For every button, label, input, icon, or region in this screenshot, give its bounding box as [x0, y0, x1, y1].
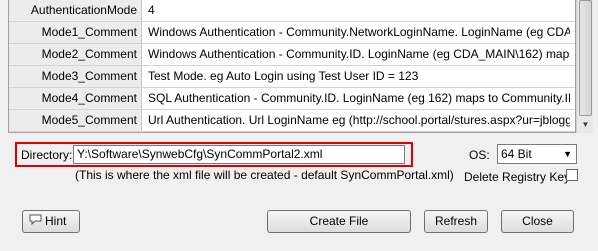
scrollbar-thumb[interactable]	[579, 0, 592, 116]
refresh-button[interactable]: Refresh	[424, 210, 488, 233]
grid-row[interactable]: Mode3_Comment Test Mode. eg Auto Login u…	[9, 66, 575, 88]
grid-row-value[interactable]: Windows Authentication - Community.Netwo…	[146, 22, 570, 43]
grid-row[interactable]: Mode4_Comment SQL Authentication - Commu…	[9, 88, 575, 110]
grid-row[interactable]: Mode5_Comment Url Authentication. Url Lo…	[9, 110, 575, 132]
grid-row-value[interactable]: 4	[146, 0, 570, 21]
directory-help-text: (This is where the xml file will be crea…	[75, 168, 454, 182]
chevron-down-icon[interactable]: ▼	[563, 145, 572, 163]
grid-row-label: Mode4_Comment	[9, 88, 142, 109]
grid-row[interactable]: AuthenticationMode 4	[9, 0, 575, 22]
hint-button-label: Hint	[45, 214, 67, 228]
property-grid: AuthenticationMode 4 Mode1_Comment Windo…	[8, 0, 576, 133]
grid-row-label: Mode3_Comment	[9, 66, 142, 87]
grid-row-label: Mode1_Comment	[9, 22, 142, 43]
grid-row[interactable]: Mode1_Comment Windows Authentication - C…	[9, 22, 575, 44]
os-label: OS:	[469, 148, 490, 162]
speech-bubble-icon	[29, 211, 42, 232]
close-button[interactable]: Close	[501, 210, 574, 233]
delete-registry-label: Delete Registry Key	[464, 170, 571, 184]
delete-registry-checkbox[interactable]	[566, 169, 578, 181]
grid-row-label: Mode5_Comment	[9, 110, 142, 131]
grid-row[interactable]: Mode2_Comment Windows Authentication - C…	[9, 44, 575, 66]
grid-row-value[interactable]: SQL Authentication - Community.ID. Login…	[146, 88, 570, 109]
scroll-down-arrow-icon[interactable]: ▼	[578, 117, 593, 133]
os-selected-value: 64 Bit	[501, 147, 532, 161]
hint-button[interactable]: Hint	[22, 210, 80, 233]
grid-scrollbar[interactable]: ▼	[576, 0, 593, 133]
grid-row-label: AuthenticationMode	[9, 0, 142, 21]
grid-row-label: Mode2_Comment	[9, 44, 142, 65]
grid-row-value[interactable]: Url Authentication. Url LoginName eg (ht…	[146, 110, 570, 131]
grid-row-value[interactable]: Windows Authentication - Community.ID. L…	[146, 44, 570, 65]
directory-input[interactable]: Y:\Software\SynwebCfg\SynCommPortal2.xml	[73, 145, 405, 164]
create-file-button[interactable]: Create File	[267, 210, 411, 233]
os-select[interactable]: 64 Bit ▼	[497, 144, 577, 164]
grid-row-value[interactable]: Test Mode. eg Auto Login using Test User…	[146, 66, 570, 87]
directory-label: Directory:	[21, 148, 73, 162]
